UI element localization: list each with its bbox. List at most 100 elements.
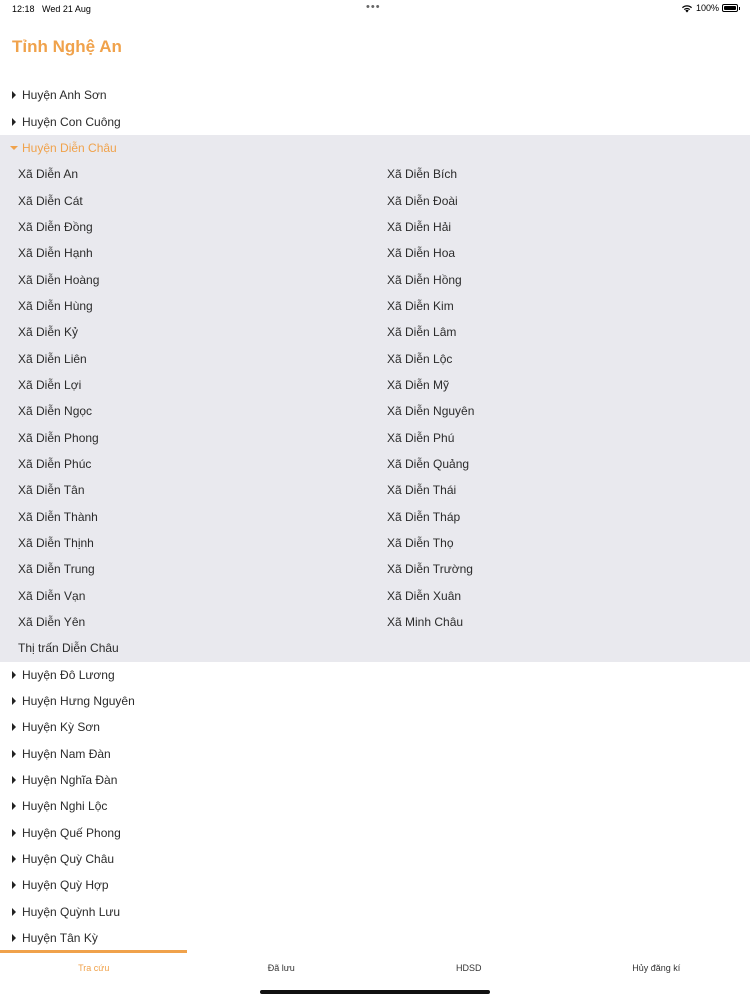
caret-right-icon <box>9 802 19 811</box>
district-item[interactable]: Huyện Nghĩa Đàn <box>0 767 750 793</box>
district-item[interactable]: Huyện Quế Phong <box>0 820 750 846</box>
commune-item[interactable]: Xã Diễn Phúc <box>0 451 369 477</box>
battery-percent: 100% <box>695 3 719 13</box>
commune-item[interactable]: Xã Diễn Hoa <box>369 240 750 266</box>
district-label: Huyện Đô Lương <box>22 667 115 682</box>
district-item[interactable]: Huyện Con Cuông <box>0 108 750 134</box>
district-label: Huyện Nghĩa Đàn <box>22 773 118 788</box>
active-tab-indicator <box>0 950 187 953</box>
commune-item[interactable]: Xã Diễn Lợi <box>0 372 369 398</box>
commune-item[interactable]: Xã Diễn Xuân <box>369 583 750 609</box>
caret-right-icon <box>9 828 19 837</box>
district-label: Huyện Quỳ Hợp <box>22 878 109 893</box>
district-label: Huyện Kỳ Sơn <box>22 720 100 735</box>
commune-item[interactable]: Xã Diễn Phú <box>369 424 750 450</box>
caret-right-icon <box>9 776 19 785</box>
district-item[interactable]: Huyện Nam Đàn <box>0 741 750 767</box>
caret-glyph <box>12 117 16 126</box>
district-label: Huyện Tân Kỳ <box>22 931 98 946</box>
district-item[interactable]: Huyện Quỳnh Lưu <box>0 899 750 925</box>
district-label: Huyện Quỳnh Lưu <box>22 904 121 919</box>
caret-glyph <box>12 934 16 943</box>
caret-glyph <box>12 907 16 916</box>
commune-item[interactable]: Xã Diễn Quảng <box>369 451 750 477</box>
status-time: 12:18 <box>12 4 35 14</box>
caret-right-icon <box>9 723 19 732</box>
caret-glyph <box>12 697 16 706</box>
commune-item[interactable]: Xã Diễn Phong <box>0 424 369 450</box>
commune-item[interactable]: Xã Diễn Trường <box>369 556 750 582</box>
caret-right-icon <box>9 907 19 916</box>
district-item[interactable]: Huyện Diễn Châu <box>0 135 750 161</box>
status-right: 100% <box>681 3 740 13</box>
commune-item[interactable]: Xã Diễn Lâm <box>369 319 750 345</box>
commune-item[interactable]: Xã Diễn Yên <box>0 609 369 635</box>
commune-item[interactable]: Xã Diễn Ngọc <box>0 398 369 424</box>
commune-item[interactable]: Xã Diễn Vạn <box>0 583 369 609</box>
district-item[interactable]: Huyện Hưng Nguyên <box>0 688 750 714</box>
district-item[interactable]: Huyện Tân Kỳ <box>0 925 750 951</box>
wifi-icon <box>681 4 692 12</box>
commune-item[interactable]: Xã Diễn Tháp <box>369 504 750 530</box>
commune-item[interactable]: Xã Diễn Bích <box>369 161 750 187</box>
caret-right-icon <box>9 670 19 679</box>
status-bar: 12:18 Wed 21 Aug ••• 100% <box>0 0 750 18</box>
commune-item[interactable]: Xã Diễn Đoài <box>369 187 750 213</box>
district-label: Huyện Anh Sơn <box>22 88 107 103</box>
district-item[interactable]: Huyện Anh Sơn <box>0 82 750 108</box>
district-label: Huyện Nam Đàn <box>22 746 111 761</box>
home-indicator[interactable] <box>260 990 490 994</box>
caret-glyph <box>12 828 16 837</box>
commune-item[interactable]: Xã Diễn Kỷ <box>0 319 369 345</box>
multitasking-dots-icon[interactable]: ••• <box>366 1 381 13</box>
battery-icon <box>722 4 740 12</box>
commune-item[interactable]: Xã Minh Châu <box>369 609 750 635</box>
caret-right-icon <box>9 749 19 758</box>
commune-item[interactable]: Xã Diễn Nguyên <box>369 398 750 424</box>
commune-item[interactable]: Thị trấn Diễn Châu <box>0 635 369 661</box>
commune-item[interactable]: Xã Diễn Hùng <box>0 293 369 319</box>
commune-item[interactable]: Xã Diễn Hồng <box>369 266 750 292</box>
commune-item[interactable]: Xã Diễn Cát <box>0 187 369 213</box>
commune-item[interactable]: Xã Diễn Hạnh <box>0 240 369 266</box>
commune-item[interactable]: Xã Diễn Hoàng <box>0 266 369 292</box>
district-item[interactable]: Huyện Quỳ Hợp <box>0 872 750 898</box>
caret-glyph <box>12 723 16 732</box>
commune-item[interactable]: Xã Diễn An <box>0 161 369 187</box>
commune-item[interactable]: Xã Diễn Liên <box>0 345 369 371</box>
district-item[interactable]: Huyện Kỳ Sơn <box>0 714 750 740</box>
tab-3[interactable]: Hủy đăng kí <box>563 963 750 973</box>
caret-glyph <box>12 749 16 758</box>
commune-item[interactable]: Xã Diễn Đồng <box>0 214 369 240</box>
commune-item[interactable]: Xã Diễn Mỹ <box>369 372 750 398</box>
tab-0[interactable]: Tra cứu <box>0 963 188 973</box>
district-label: Huyện Hưng Nguyên <box>22 694 135 709</box>
commune-item[interactable]: Xã Diễn Lộc <box>369 345 750 371</box>
commune-item[interactable]: Xã Diễn Thịnh <box>0 530 369 556</box>
district-label: Huyện Quỳ Châu <box>22 852 115 867</box>
caret-right-icon <box>9 697 19 706</box>
commune-item[interactable]: Xã Diễn Trung <box>0 556 369 582</box>
caret-down-icon <box>9 145 19 150</box>
caret-glyph <box>12 670 16 679</box>
commune-item[interactable]: Xã Diễn Hải <box>369 214 750 240</box>
caret-glyph <box>12 776 16 785</box>
tab-1[interactable]: Đã lưu <box>188 963 376 973</box>
commune-item[interactable]: Xã Diễn Thái <box>369 477 750 503</box>
district-label: Huyện Quế Phong <box>22 825 121 840</box>
commune-item[interactable]: Xã Diễn Tân <box>0 477 369 503</box>
district-label: Huyện Diễn Châu <box>22 140 117 155</box>
commune-item[interactable]: Xã Diễn Kim <box>369 293 750 319</box>
district-item[interactable]: Huyện Quỳ Châu <box>0 846 750 872</box>
expanded-district: Huyện Diễn Châu Xã Diễn An Xã Diễn Bích Xã … <box>0 134 750 662</box>
district-item[interactable]: Huyện Đô Lương <box>0 662 750 688</box>
commune-grid: Xã Diễn An Xã Diễn Bích Xã Diễn Cát Xã Diễn… <box>0 161 750 662</box>
status-date: Wed 21 Aug <box>42 4 91 14</box>
district-item[interactable]: Huyện Nghi Lộc <box>0 793 750 819</box>
tab-2[interactable]: HDSD <box>375 963 563 973</box>
commune-item[interactable]: Xã Diễn Thọ <box>369 530 750 556</box>
caret-right-icon <box>9 881 19 890</box>
caret-right-icon <box>9 934 19 943</box>
caret-right-icon <box>9 91 19 100</box>
commune-item[interactable]: Xã Diễn Thành <box>0 504 369 530</box>
